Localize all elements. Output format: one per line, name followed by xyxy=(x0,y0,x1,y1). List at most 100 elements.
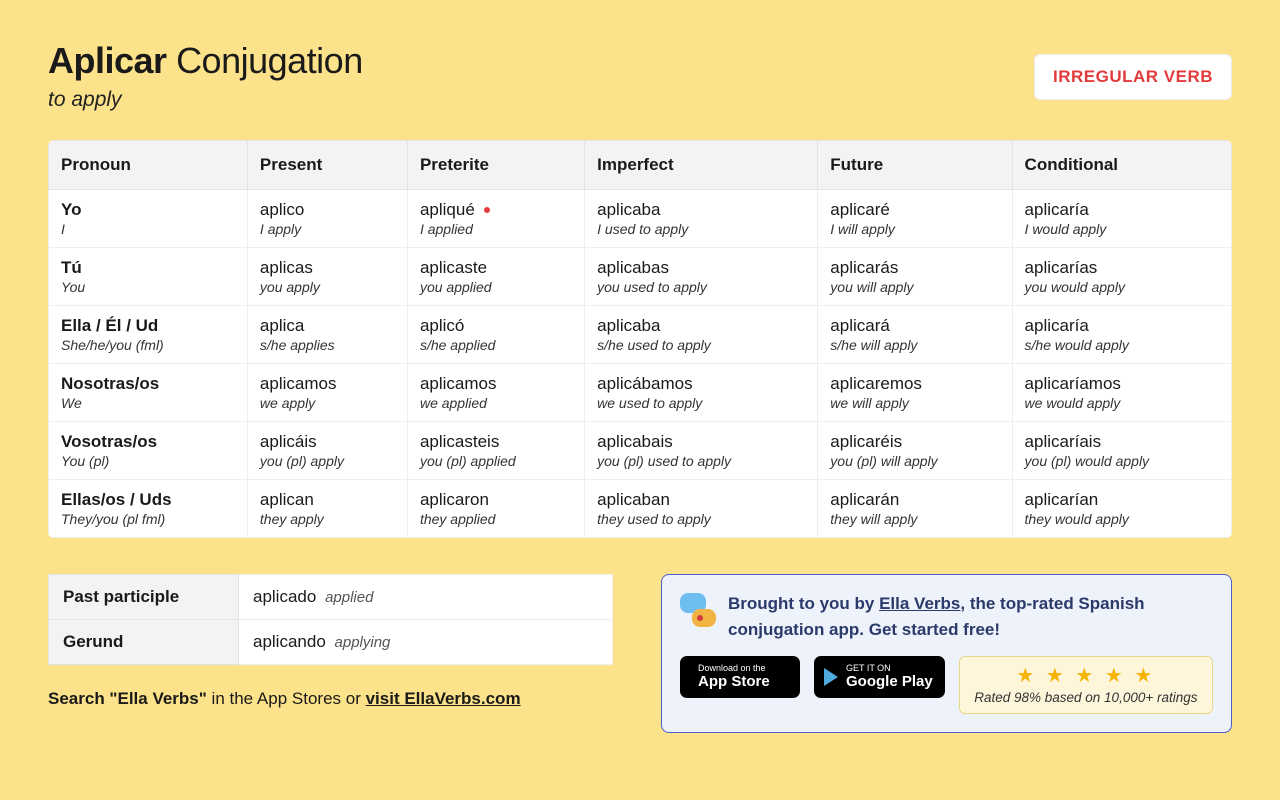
past-participle-cell: aplicado applied xyxy=(239,575,613,620)
form-sp: aplicaréis xyxy=(830,432,999,452)
form-en: they would apply xyxy=(1025,511,1219,527)
pronoun-sp: Ella / Él / Ud xyxy=(61,316,235,336)
form-sp: aplicamos xyxy=(260,374,395,394)
pronoun-cell: Ellas/os / UdsThey/you (pl fml) xyxy=(49,480,248,538)
form-sp: aplicaríais xyxy=(1025,432,1219,452)
verb-name: Aplicar xyxy=(48,40,167,81)
column-header: Preterite xyxy=(407,141,584,190)
gerund-sp: aplicando xyxy=(253,632,326,651)
form-en: you used to apply xyxy=(597,279,805,295)
present-cell: aplicamos we apply xyxy=(247,364,407,422)
form-en: you apply xyxy=(260,279,395,295)
form-sp: aplicábamos xyxy=(597,374,805,394)
pronoun-en: She/he/you (fml) xyxy=(61,337,235,353)
form-sp: apliqué xyxy=(420,200,572,220)
pronoun-sp: Tú xyxy=(61,258,235,278)
preterite-cell: aplicaste you applied xyxy=(407,248,584,306)
past-participle-en: applied xyxy=(325,589,373,606)
pronoun-cell: YoI xyxy=(49,190,248,248)
pronoun-cell: Ella / Él / UdShe/he/you (fml) xyxy=(49,306,248,364)
title-suffix: Conjugation xyxy=(176,40,363,81)
pronoun-en: We xyxy=(61,395,235,411)
table-row: YoIaplico I applyapliqué I appliedaplica… xyxy=(49,190,1232,248)
column-header: Present xyxy=(247,141,407,190)
form-en: they will apply xyxy=(830,511,999,527)
form-sp: aplicó xyxy=(420,316,572,336)
form-sp: aplicaron xyxy=(420,490,572,510)
form-sp: aplicarían xyxy=(1025,490,1219,510)
pronoun-sp: Yo xyxy=(61,200,235,220)
irregular-dot-icon xyxy=(484,207,490,213)
search-prefix: Search "Ella Verbs" xyxy=(48,689,212,708)
form-sp: aplicará xyxy=(830,316,999,336)
pronoun-en: I xyxy=(61,221,235,237)
form-sp: aplicaría xyxy=(1025,200,1219,220)
form-sp: aplicaría xyxy=(1025,316,1219,336)
present-cell: aplica s/he applies xyxy=(247,306,407,364)
search-mid: in the App Stores or xyxy=(212,689,366,708)
future-cell: aplicarás you will apply xyxy=(818,248,1012,306)
table-row: TúYouaplicas you applyaplicaste you appl… xyxy=(49,248,1232,306)
rating-text: Rated 98% based on 10,000+ ratings xyxy=(970,690,1202,705)
table-row: Nosotras/osWeaplicamos we applyaplicamos… xyxy=(49,364,1232,422)
form-en: I will apply xyxy=(830,221,999,237)
form-sp: aplicasteis xyxy=(420,432,572,452)
form-sp: aplicáis xyxy=(260,432,395,452)
form-sp: aplicaba xyxy=(597,316,805,336)
form-en: you will apply xyxy=(830,279,999,295)
present-cell: aplicáis you (pl) apply xyxy=(247,422,407,480)
pronoun-sp: Ellas/os / Uds xyxy=(61,490,235,510)
ella-verbs-link[interactable]: Ella Verbs xyxy=(879,594,960,613)
future-cell: aplicaré I will apply xyxy=(818,190,1012,248)
imperfect-cell: aplicábamos we used to apply xyxy=(585,364,818,422)
conjugation-table: PronounPresentPreteriteImperfectFutureCo… xyxy=(48,140,1232,538)
present-cell: aplican they apply xyxy=(247,480,407,538)
promo-text: Brought to you by Ella Verbs, the top-ra… xyxy=(728,591,1213,642)
google-play-button[interactable]: GET IT ON Google Play xyxy=(814,656,945,698)
search-line: Search "Ella Verbs" in the App Stores or… xyxy=(48,689,613,709)
form-en: we applied xyxy=(420,395,572,411)
table-row: Ella / Él / UdShe/he/you (fml)aplica s/h… xyxy=(49,306,1232,364)
promo-box: Brought to you by Ella Verbs, the top-ra… xyxy=(661,574,1232,733)
conditional-cell: aplicaría I would apply xyxy=(1012,190,1231,248)
form-en: s/he will apply xyxy=(830,337,999,353)
future-cell: aplicarán they will apply xyxy=(818,480,1012,538)
google-play-icon xyxy=(824,668,838,686)
form-en: I would apply xyxy=(1025,221,1219,237)
pronoun-cell: TúYou xyxy=(49,248,248,306)
conditional-cell: aplicarías you would apply xyxy=(1012,248,1231,306)
app-store-button[interactable]: Download on the App Store xyxy=(680,656,800,698)
form-en: I used to apply xyxy=(597,221,805,237)
imperfect-cell: aplicabais you (pl) used to apply xyxy=(585,422,818,480)
form-sp: aplicamos xyxy=(420,374,572,394)
form-en: you (pl) apply xyxy=(260,453,395,469)
form-en: you (pl) would apply xyxy=(1025,453,1219,469)
imperfect-cell: aplicaba I used to apply xyxy=(585,190,818,248)
column-header: Future xyxy=(818,141,1012,190)
chat-bubbles-icon xyxy=(680,593,716,629)
imperfect-cell: aplicaban they used to apply xyxy=(585,480,818,538)
imperfect-cell: aplicabas you used to apply xyxy=(585,248,818,306)
form-en: s/he applies xyxy=(260,337,395,353)
form-en: they applied xyxy=(420,511,572,527)
future-cell: aplicará s/he will apply xyxy=(818,306,1012,364)
present-cell: aplicas you apply xyxy=(247,248,407,306)
column-header: Conditional xyxy=(1012,141,1231,190)
imperfect-cell: aplicaba s/he used to apply xyxy=(585,306,818,364)
table-row: Ellas/os / UdsThey/you (pl fml)aplican t… xyxy=(49,480,1232,538)
rating-box: ★ ★ ★ ★ ★ Rated 98% based on 10,000+ rat… xyxy=(959,656,1213,714)
form-en: I applied xyxy=(420,221,572,237)
future-cell: aplicaréis you (pl) will apply xyxy=(818,422,1012,480)
gerund-label: Gerund xyxy=(49,620,239,665)
form-sp: aplicaste xyxy=(420,258,572,278)
form-en: I apply xyxy=(260,221,395,237)
visit-link[interactable]: visit EllaVerbs.com xyxy=(366,689,521,708)
past-participle-sp: aplicado xyxy=(253,587,316,606)
pronoun-en: You xyxy=(61,279,235,295)
conditional-cell: aplicarían they would apply xyxy=(1012,480,1231,538)
form-sp: aplicarás xyxy=(830,258,999,278)
form-sp: aplicarías xyxy=(1025,258,1219,278)
column-header: Pronoun xyxy=(49,141,248,190)
pronoun-en: You (pl) xyxy=(61,453,235,469)
stars-icon: ★ ★ ★ ★ ★ xyxy=(970,663,1202,688)
